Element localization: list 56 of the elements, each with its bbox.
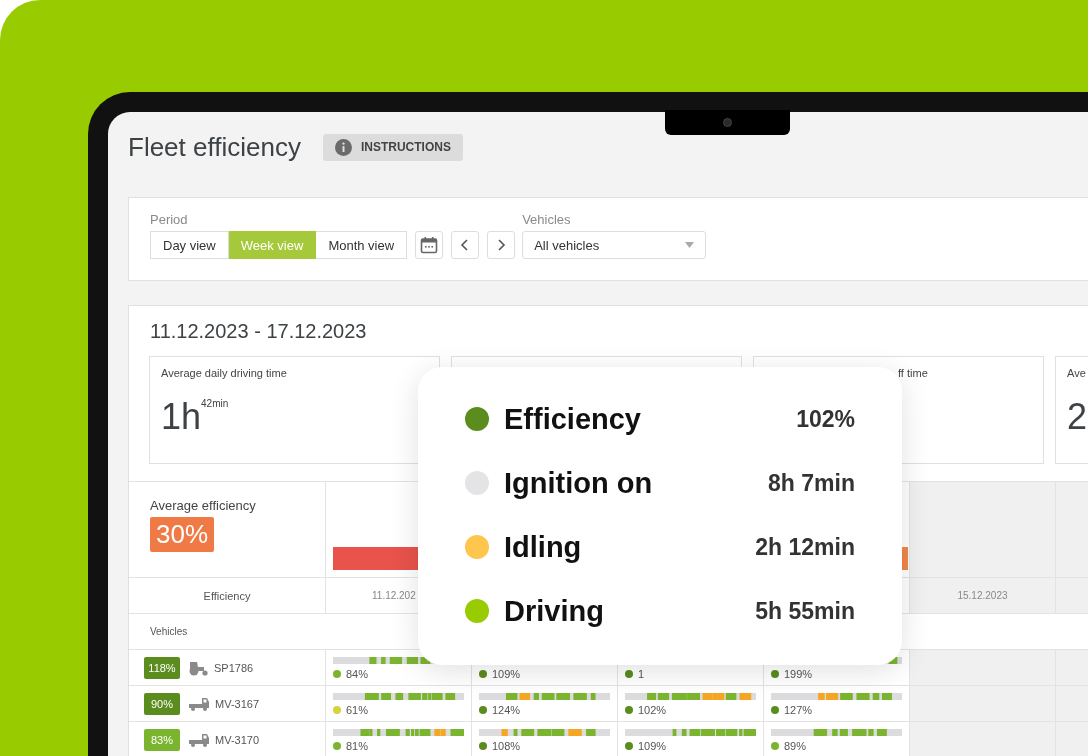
vehicle-name: MV-3170 [215,733,260,746]
section-header: Vehicles [150,626,188,637]
legend-value: 5h 55min [755,597,855,625]
calendar-button[interactable] [415,231,444,259]
efficiency-value: 81% [346,740,369,752]
efficiency-value: 108% [492,740,521,752]
stat-value: 1h$^{42min}$ [161,396,230,438]
legend-label: Driving [504,594,605,628]
stat-label: Ave [1067,367,1087,379]
calendar-icon [420,236,439,254]
efficiency-badge: 30% [150,517,215,552]
efficiency-value: 84% [346,668,369,680]
efficiency-value: 102% [638,704,667,716]
next-button[interactable] [487,231,516,259]
caret-icon [685,242,695,248]
efficiency-value: 109% [492,668,521,680]
stat-label: ff time [897,367,929,379]
efficiency-badge: 83% [144,728,180,751]
view-tab[interactable]: Month view [316,231,408,259]
legend-value: 8h 7min [768,469,855,497]
vehicle-name: SP1786 [214,661,254,674]
vehicles-dropdown[interactable]: All vehicles [522,231,707,259]
legend-label: Ignition on [504,466,654,500]
legend-value: 2h 12min [755,533,855,561]
vehicles-label: Vehicles [522,212,572,227]
efficiency-badge: 118% [144,656,180,679]
instructions-button[interactable]: INSTRUCTIONS [322,133,463,161]
efficiency-value: 61% [346,704,369,716]
efficiency-value: 109% [638,740,667,752]
legend-value: 102% [796,405,855,433]
efficiency-badge: 90% [144,692,180,715]
stat-value: 2 [1067,396,1088,438]
efficiency-value: 124% [492,704,521,716]
info-icon [334,138,352,156]
date-header: 15.12.2023 [957,590,1008,601]
view-tab[interactable]: Day view [150,231,229,259]
efficiency-value: 127% [784,704,813,716]
legend-label: Efficiency [504,402,642,436]
efficiency-value: 1 [638,668,645,680]
efficiency-value: 89% [784,740,807,752]
vehicle-name: MV-3167 [215,697,260,710]
column-header: Efficiency [203,589,251,602]
efficiency-value: 199% [784,668,813,680]
chevron-left-icon [460,239,471,251]
truck-icon [189,732,210,747]
date-header: 11.12.202 [372,590,416,601]
date-range: 11.12.2023 - 17.12.2023 [149,319,368,344]
period-label: Period [150,212,189,227]
tractor-icon [189,659,209,676]
previous-button[interactable] [451,231,480,259]
stat-label: Average daily driving time [161,367,288,379]
legend-label: Idling [504,530,583,564]
average-efficiency-label: Average efficiency [150,498,256,513]
truck-icon [189,696,210,711]
page-title: Fleet efficiency [128,131,301,163]
chevron-right-icon [496,239,507,251]
